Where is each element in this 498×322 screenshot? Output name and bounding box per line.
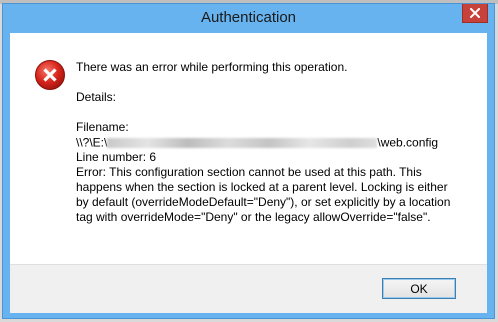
dialog-body: There was an error while performing this… <box>10 33 487 313</box>
message-content: There was an error while performing this… <box>76 60 476 225</box>
error-line-2: happens when the section is locked at a … <box>76 180 448 195</box>
title-bar[interactable]: Authentication <box>3 4 494 32</box>
error-line-4: tag with overrideMode="Deny" or the lega… <box>76 210 431 225</box>
filename-prefix: \\?\E:\ <box>76 135 108 150</box>
details-label: Details: <box>76 90 117 104</box>
filename-path: \\?\E:\ \web.config <box>76 135 476 150</box>
redacted-path <box>107 137 378 148</box>
filename-label: Filename: <box>76 120 129 134</box>
error-icon <box>35 60 65 90</box>
line-number: Line number: 6 <box>76 150 157 165</box>
authentication-dialog: Authentication There was an error while … <box>2 3 495 319</box>
filename-suffix: \web.config <box>377 135 439 150</box>
close-icon <box>470 8 480 18</box>
close-button[interactable] <box>462 4 488 23</box>
error-line-1: Error: This configuration section cannot… <box>76 165 422 180</box>
ok-button[interactable]: OK <box>382 278 456 299</box>
button-bar: OK <box>10 264 487 313</box>
error-headline: There was an error while performing this… <box>76 60 348 74</box>
error-line-3: by default (overrideModeDefault="Deny"),… <box>76 195 451 210</box>
dialog-title: Authentication <box>200 9 297 26</box>
